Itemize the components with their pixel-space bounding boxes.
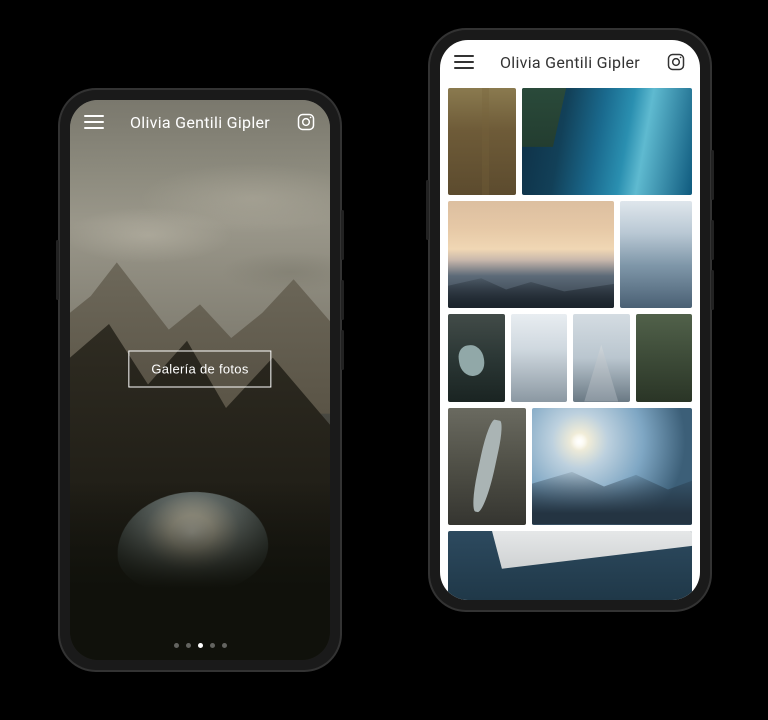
gallery-cta-button[interactable]: Galería de fotos (128, 350, 271, 387)
gallery-row (448, 314, 692, 401)
gallery-thumb-sunset-mountain[interactable] (448, 201, 614, 308)
phone-volume-down (341, 330, 344, 370)
gallery-thumb-snow-peak[interactable] (573, 314, 630, 401)
carousel-dot[interactable] (210, 643, 215, 648)
phone-side-button (426, 180, 429, 240)
menu-icon[interactable] (454, 55, 474, 69)
gallery-thumb-river-canyon[interactable] (448, 408, 526, 525)
instagram-icon[interactable] (666, 52, 686, 72)
page-title: Olivia Gentili Gipler (500, 53, 640, 72)
screen-gallery: Olivia Gentili Gipler (440, 40, 700, 600)
gallery-row (448, 531, 692, 600)
gallery-thumb-snow-forest[interactable] (620, 201, 692, 308)
phone-volume-down (711, 270, 714, 310)
gallery-thumb-aerial-field[interactable] (448, 88, 516, 195)
phone-volume-up (711, 220, 714, 260)
gallery-row (448, 201, 692, 308)
page-title: Olivia Gentili Gipler (130, 113, 270, 132)
photo-gallery (448, 88, 692, 600)
phone-side-button (56, 240, 59, 300)
carousel-dot[interactable] (186, 643, 191, 648)
gallery-thumb-lake-overhead[interactable] (448, 314, 505, 401)
gallery-row (448, 408, 692, 525)
gallery-thumb-sunburst-valley[interactable] (532, 408, 692, 525)
gallery-thumb-forest-valley[interactable] (636, 314, 693, 401)
phone-power-button (711, 150, 714, 200)
menu-icon[interactable] (84, 115, 104, 129)
gallery-thumb-coastline[interactable] (522, 88, 692, 195)
phone-mockup-hero: Olivia Gentili Gipler Galería de fotos (60, 90, 340, 670)
phone-volume-up (341, 280, 344, 320)
instagram-icon[interactable] (296, 112, 316, 132)
phone-mockup-gallery: Olivia Gentili Gipler (430, 30, 710, 610)
header: Olivia Gentili Gipler (70, 100, 330, 144)
screen-hero: Olivia Gentili Gipler Galería de fotos (70, 100, 330, 660)
carousel-dot[interactable] (174, 643, 179, 648)
gallery-row (448, 88, 692, 195)
carousel-dot[interactable] (222, 643, 227, 648)
carousel-dot-active[interactable] (198, 643, 203, 648)
gallery-thumb-snow-ridge[interactable] (511, 314, 568, 401)
phone-power-button (341, 210, 344, 260)
header: Olivia Gentili Gipler (440, 40, 700, 84)
carousel-pagination[interactable] (70, 643, 330, 648)
gallery-thumb-airplane-wing[interactable] (448, 531, 692, 600)
